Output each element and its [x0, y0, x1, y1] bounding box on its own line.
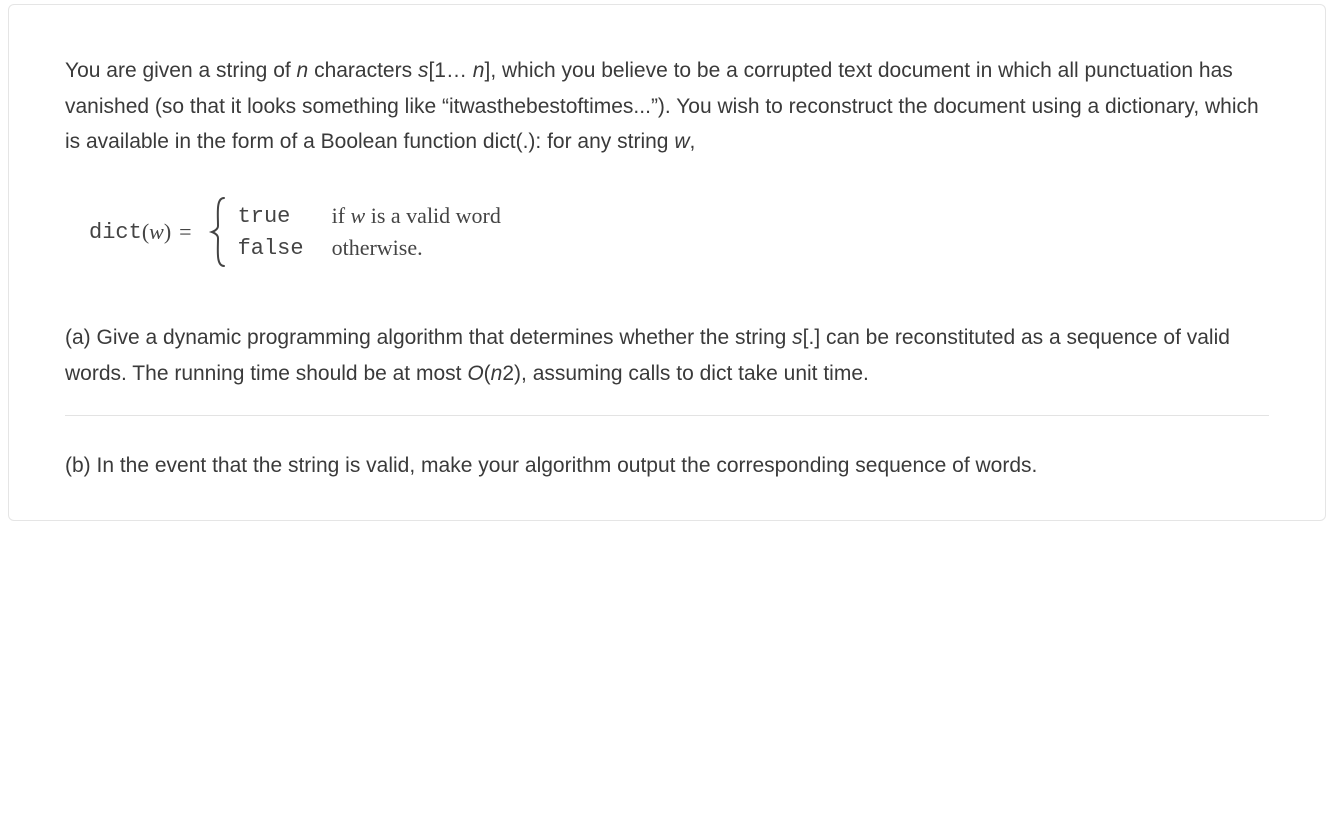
italic-segment: s — [418, 59, 429, 82]
text-segment: 2), assuming calls to dict take unit tim… — [502, 362, 869, 385]
left-brace-icon — [208, 196, 230, 268]
case-false-desc: otherwise. — [332, 235, 501, 261]
case-false-key: false — [238, 236, 304, 261]
text-segment: (b) In the event that the string is vali… — [65, 454, 1037, 477]
italic-segment: n — [473, 59, 485, 82]
lhs-equals: = — [179, 219, 191, 245]
lhs-variable-w: w — [149, 219, 164, 245]
question-card: You are given a string of n characters s… — [8, 4, 1326, 521]
formula-lhs: dict(w) = — [89, 219, 198, 245]
text-segment: characters — [314, 59, 418, 82]
page-container: You are given a string of n characters s… — [0, 0, 1334, 814]
italic-segment: n — [491, 362, 503, 385]
italic-segment: s — [792, 326, 803, 349]
italic-segment: w — [351, 203, 366, 228]
lhs-paren-open: ( — [142, 219, 149, 245]
italic-segment: O — [467, 362, 483, 385]
dict-function-definition: dict(w)= true if w is a valid word false… — [89, 196, 1269, 268]
case-true-desc: if w is a valid word — [332, 203, 501, 229]
lhs-function-name: dict — [89, 220, 142, 245]
lhs-paren-close: ) — [164, 219, 171, 245]
part-a-text: (a) Give a dynamic programming algorithm… — [65, 320, 1269, 391]
italic-segment: w — [674, 130, 689, 153]
part-b-text: (b) In the event that the string is vali… — [65, 448, 1269, 484]
text-segment: You are given a string of — [65, 59, 297, 82]
text-segment: (a) Give a dynamic programming algorithm… — [65, 326, 792, 349]
intro-paragraph: You are given a string of n characters s… — [65, 53, 1269, 160]
text-segment: ( — [484, 362, 491, 385]
text-segment: , — [689, 130, 695, 153]
text-segment: [1… — [428, 59, 472, 82]
text-segment: is a valid word — [365, 203, 501, 228]
italic-segment: n — [297, 59, 315, 82]
case-true-key: true — [238, 204, 304, 229]
formula-cases: true if w is a valid word false otherwis… — [238, 203, 501, 261]
text-segment: otherwise. — [332, 235, 423, 260]
section-divider — [65, 415, 1269, 416]
text-segment: if — [332, 203, 351, 228]
